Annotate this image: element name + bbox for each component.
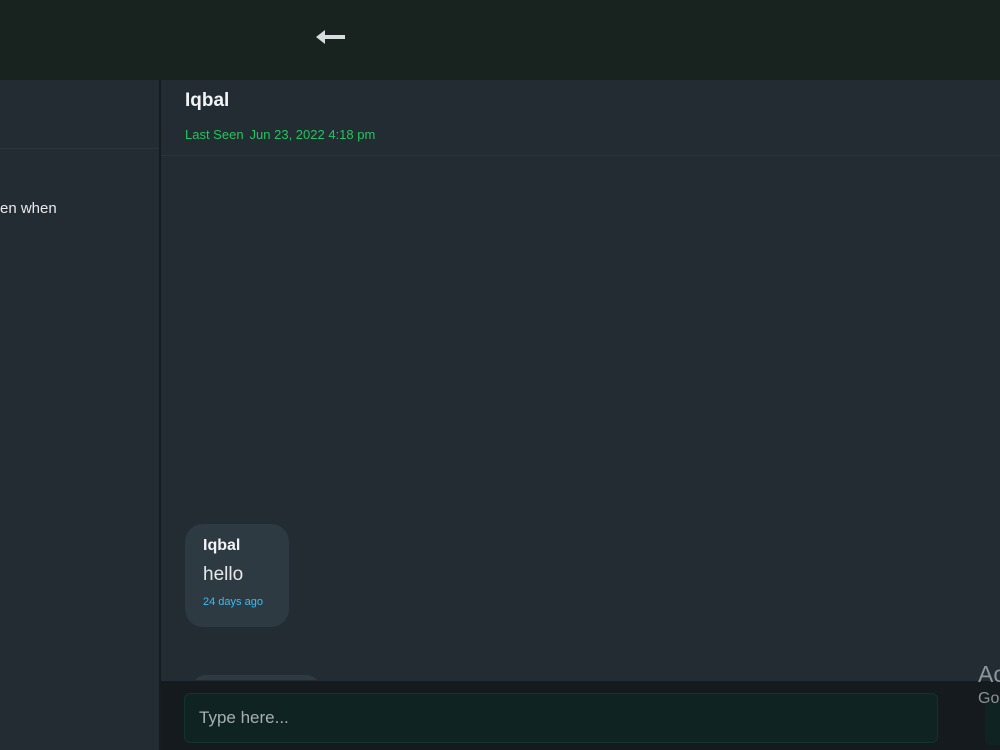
send-button[interactable] bbox=[985, 701, 1000, 745]
message-bubble-partial bbox=[191, 675, 321, 680]
message-composer bbox=[161, 681, 1000, 750]
back-button[interactable] bbox=[312, 22, 348, 52]
message-timestamp: 24 days ago bbox=[203, 596, 263, 608]
arrow-left-icon bbox=[316, 30, 345, 44]
last-seen-status: Last Seen Jun 23, 2022 4:18 pm bbox=[185, 127, 375, 142]
last-seen-time: Jun 23, 2022 4:18 pm bbox=[249, 127, 376, 142]
sidebar-divider bbox=[0, 148, 159, 149]
message-bubble: Iqbal hello 24 days ago bbox=[185, 524, 289, 627]
top-bar bbox=[0, 0, 1000, 80]
last-seen-label: Last Seen bbox=[185, 127, 244, 142]
message-input[interactable] bbox=[184, 693, 938, 743]
chat-header: Iqbal Last Seen Jun 23, 2022 4:18 pm bbox=[161, 80, 1000, 156]
message-list[interactable]: Iqbal hello 24 days ago bbox=[161, 156, 1000, 680]
sidebar-preview-text[interactable]: en when bbox=[0, 200, 57, 217]
message-text: hello bbox=[203, 564, 244, 585]
conversation-sidebar: en when bbox=[0, 80, 161, 750]
message-sender: Iqbal bbox=[203, 537, 241, 554]
contact-name: Iqbal bbox=[185, 90, 230, 111]
